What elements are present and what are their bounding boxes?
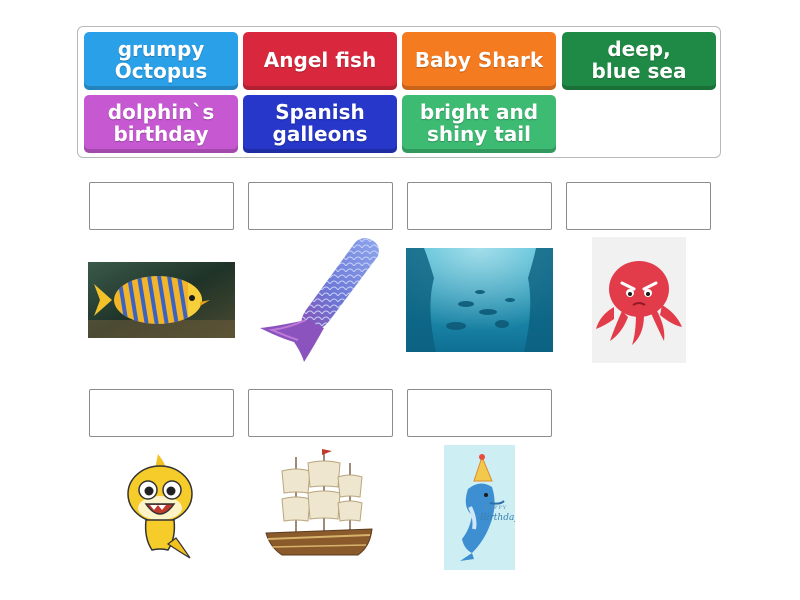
- tile-baby-shark[interactable]: Baby Shark: [402, 32, 556, 90]
- tile-deep-blue-sea[interactable]: deep, blue sea: [562, 32, 716, 90]
- drop-slot-4[interactable]: [566, 182, 711, 230]
- grumpy-octopus-image: [592, 237, 686, 363]
- answer-tile-tray: grumpy Octopus Angel fish Baby Shark dee…: [77, 26, 721, 158]
- drop-slot-3[interactable]: [407, 182, 552, 230]
- drop-slot-7[interactable]: [407, 389, 552, 437]
- mermaid-tail-image: [258, 236, 384, 364]
- tile-spanish-galleons[interactable]: Spanish galleons: [243, 95, 397, 153]
- deep-blue-sea-image: [406, 248, 553, 352]
- drop-slot-1[interactable]: [89, 182, 234, 230]
- tile-angel-fish[interactable]: Angel fish: [243, 32, 397, 90]
- angel-fish-image: [88, 262, 235, 338]
- tile-grumpy-octopus[interactable]: grumpy Octopus: [84, 32, 238, 90]
- dolphin-birthday-card-image: HAPPY Birthday: [444, 445, 515, 570]
- drop-slot-6[interactable]: [248, 389, 393, 437]
- tile-bright-shiny-tail[interactable]: bright and shiny tail: [402, 95, 556, 153]
- drop-slot-5[interactable]: [89, 389, 234, 437]
- card-birthday-text: Birthday: [480, 513, 515, 523]
- tile-dolphins-birthday[interactable]: dolphin`s birthday: [84, 95, 238, 153]
- card-happy-text: HAPPY: [484, 505, 508, 511]
- drop-slot-2[interactable]: [248, 182, 393, 230]
- spanish-galleon-image: [262, 447, 380, 567]
- baby-shark-image: [124, 452, 196, 560]
